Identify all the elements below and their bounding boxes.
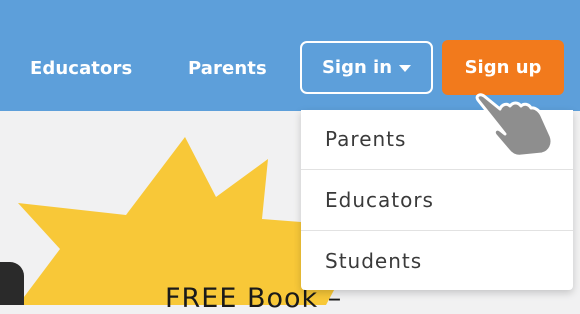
person-photo-edge — [0, 262, 24, 305]
divider — [301, 230, 573, 231]
dropdown-item-students[interactable]: Students — [301, 232, 573, 290]
divider — [301, 169, 573, 170]
hand-pointer-icon — [475, 93, 554, 158]
dropdown-item-educators[interactable]: Educators — [301, 171, 573, 229]
